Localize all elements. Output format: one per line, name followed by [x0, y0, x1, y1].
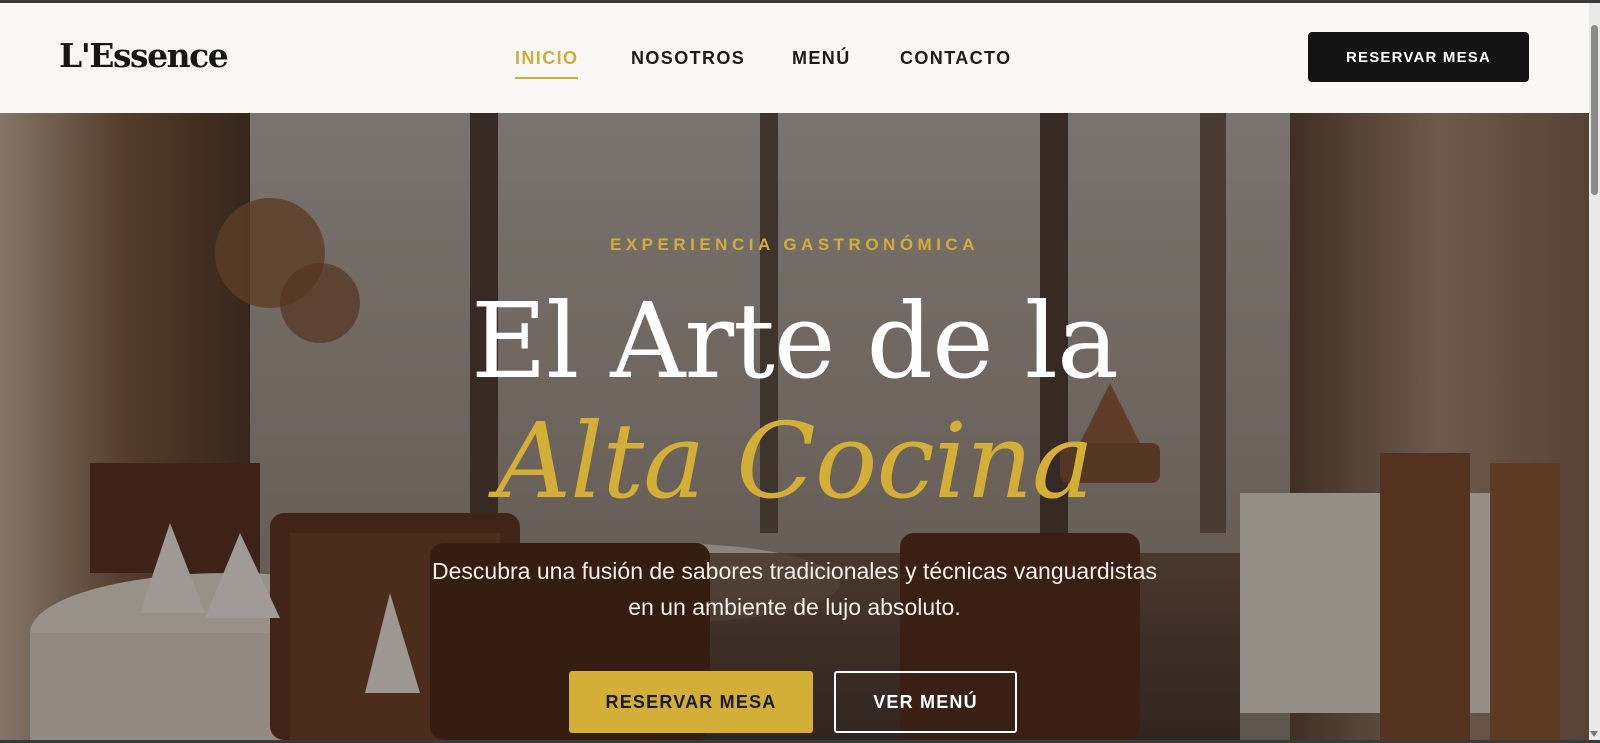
nav-item-menu[interactable]: MENÚ [792, 48, 851, 69]
hero-subtitle-line2: en un ambiente de lujo absoluto. [628, 594, 961, 620]
hero-subtitle-line1: Descubra una fusión de sabores tradicion… [432, 558, 1157, 584]
view-menu-button[interactable]: VER MENÚ [834, 671, 1017, 733]
hero-subtitle: Descubra una fusión de sabores tradicion… [0, 553, 1589, 625]
nav-item-nosotros[interactable]: NOSOTROS [631, 48, 745, 69]
reserve-table-hero-button[interactable]: RESERVAR MESA [569, 671, 813, 733]
scrollbar-thumb[interactable] [1591, 25, 1598, 195]
chevron-down-icon[interactable] [1590, 731, 1598, 737]
reserve-table-header-button[interactable]: RESERVAR MESA [1308, 32, 1529, 82]
hero-section: EXPERIENCIA GASTRONÓMICA El Arte de la A… [0, 113, 1589, 740]
vertical-scrollbar[interactable] [1589, 3, 1600, 740]
nav-item-inicio[interactable]: INICIO [515, 48, 579, 79]
site-header: L'Essence INICIO NOSOTROS MENÚ CONTACTO … [0, 3, 1589, 113]
nav-item-contacto[interactable]: CONTACTO [900, 48, 1012, 69]
hero-eyebrow: EXPERIENCIA GASTRONÓMICA [609, 235, 979, 254]
hero-title-line1: El Arte de la [471, 280, 1119, 402]
hero-title-line2: Alta Cocina [496, 400, 1094, 522]
brand-logo[interactable]: L'Essence [59, 36, 229, 75]
page-viewport: L'Essence INICIO NOSOTROS MENÚ CONTACTO … [0, 3, 1589, 740]
